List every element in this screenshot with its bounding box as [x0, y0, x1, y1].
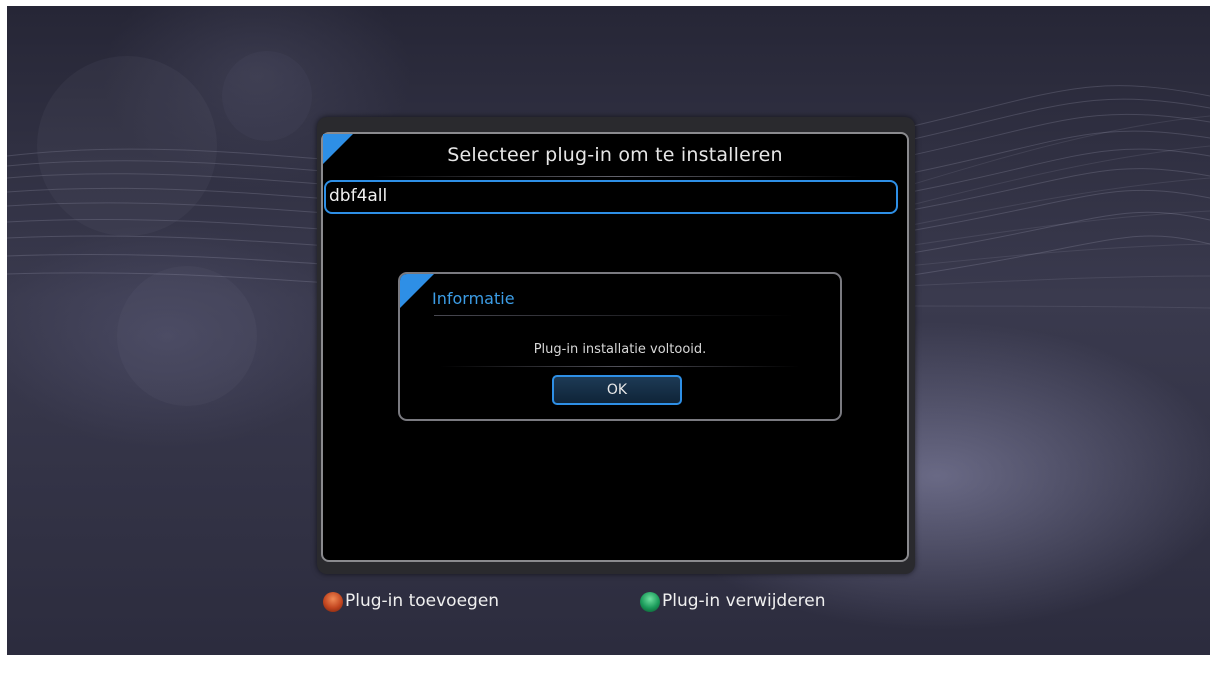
info-title-divider	[434, 315, 794, 316]
remove-plugin-label: Plug-in verwijderen	[662, 591, 826, 611]
title-divider	[373, 176, 863, 177]
info-message: Plug-in installatie voltooid.	[533, 342, 707, 357]
add-plugin-label: Plug-in toevoegen	[345, 591, 500, 611]
info-dialog-title: Informatie	[432, 289, 515, 308]
ok-button[interactable]: OK	[552, 375, 682, 405]
plugin-list-item-label: dbf4all	[329, 186, 388, 206]
info-message-divider	[440, 366, 800, 367]
plugin-list-item-selected[interactable]: dbf4all	[324, 180, 898, 214]
green-button-icon	[640, 592, 660, 612]
tv-screen: Selecteer plug-in om te installeren dbf4…	[7, 6, 1210, 655]
corner-accent-icon	[400, 274, 434, 308]
info-dialog: Informatie Plug-in installatie voltooid.…	[398, 272, 842, 421]
dialog-title: Selecteer plug-in om te installeren	[447, 144, 783, 166]
red-button-icon	[323, 592, 343, 612]
